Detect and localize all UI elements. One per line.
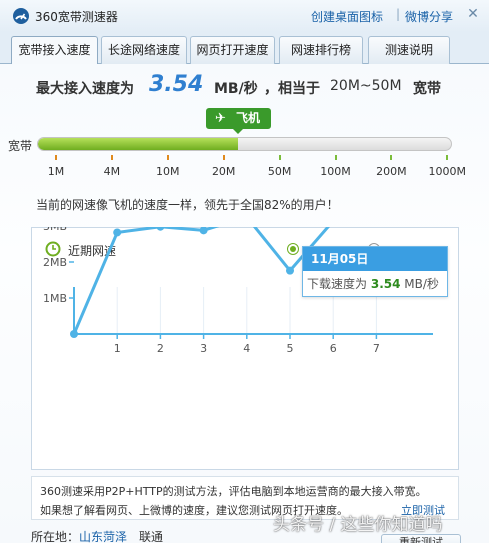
speed-level-label: 飞机 xyxy=(236,111,261,125)
bandwidth-label: 宽带 xyxy=(8,139,33,153)
airplane-icon: ✈ xyxy=(215,111,226,126)
location-label: 所在地： xyxy=(31,530,80,543)
chart-tooltip: 11月05日 下载速度为 3.54 MB/秒 xyxy=(302,246,448,297)
retest-button[interactable]: 重新测试 xyxy=(381,534,461,543)
chart-data-point xyxy=(199,227,208,235)
chart-x-tick-label: 7 xyxy=(373,342,380,355)
app-title: 360宽带测速器 xyxy=(35,10,118,24)
speed-suffix: 宽带 xyxy=(413,81,441,97)
isp-label: 联通 xyxy=(139,530,164,543)
chart-data-point xyxy=(113,228,122,237)
bandwidth-tick-label: 200M xyxy=(376,165,407,178)
chart-x-tick-label: 2 xyxy=(157,342,164,355)
tab-speed-help[interactable]: 测速说明 xyxy=(368,36,450,64)
tab-bar: 宽带接入速度 长途网络速度 网页打开速度 网速排行榜 测速说明 xyxy=(0,32,489,65)
bandwidth-tick xyxy=(222,155,225,160)
chart-y-tick-label: 2MB xyxy=(43,256,67,269)
chart-data-point xyxy=(70,330,78,338)
chart-x-tick-label: 5 xyxy=(287,342,294,355)
tab-webpage-speed[interactable]: 网页打开速度 xyxy=(190,36,275,64)
chart-y-tick-label: 3MB xyxy=(43,227,67,233)
bandwidth-bar-fill xyxy=(38,138,239,150)
speed-unit: MB/秒 xyxy=(214,81,258,97)
speed-prefix: 最大接入速度为 xyxy=(36,81,134,97)
chart-x-tick-label: 3 xyxy=(200,342,207,355)
bandwidth-tick xyxy=(55,155,57,160)
bandwidth-tick xyxy=(110,155,113,160)
tooltip-unit: MB/秒 xyxy=(404,277,439,291)
bandwidth-tick-label: 4M xyxy=(103,165,121,178)
speed-mid-text: ，相当于 xyxy=(264,81,320,97)
tooltip-prefix: 下载速度为 xyxy=(307,277,368,291)
tab-speed-ranking[interactable]: 网速排行榜 xyxy=(279,36,363,64)
tooltip-date: 11月05日 xyxy=(303,247,447,271)
chart-y-tick-label: 1MB xyxy=(43,292,67,305)
create-desktop-icon-link[interactable]: 创建桌面图标 xyxy=(311,8,383,25)
title-bar: 360宽带测速器 创建桌面图标 | 微博分享 ✕ xyxy=(0,0,489,32)
watermark: 头条号 / 这些你知道吗 xyxy=(273,515,443,535)
bandwidth-tick xyxy=(390,155,393,160)
bandwidth-range: 20M~50M xyxy=(330,78,402,94)
chart-data-point xyxy=(286,266,294,275)
chart-x-tick-label: 4 xyxy=(243,342,250,355)
bandwidth-tick xyxy=(334,155,337,160)
chart-data-point xyxy=(156,227,165,231)
bandwidth-tick-label: 50M xyxy=(267,165,292,178)
bandwidth-tick-label: 100M xyxy=(320,165,351,178)
bandwidth-bar xyxy=(37,137,452,151)
bandwidth-tick xyxy=(278,155,281,160)
close-icon[interactable]: ✕ xyxy=(465,6,481,22)
bandwidth-tick-label: 1000M xyxy=(428,165,467,178)
speed-level-badge: ✈ 飞机 xyxy=(206,108,271,134)
location-link[interactable]: 山东菏泽 xyxy=(79,528,127,543)
tab-long-distance-speed[interactable]: 长途网络速度 xyxy=(101,36,187,64)
info-line-1: 360测速采用P2P+HTTP的测试方法，评估电脑到本地运营商的最大接入带宽。 xyxy=(40,485,427,498)
bandwidth-tick xyxy=(446,155,449,160)
bandwidth-tick-label: 10M xyxy=(156,165,180,178)
chart-x-tick-label: 6 xyxy=(330,342,337,355)
chart-x-tick-label: 1 xyxy=(114,342,121,355)
app-logo-icon xyxy=(13,8,29,24)
link-separator: | xyxy=(396,7,401,21)
tooltip-value: 3.54 xyxy=(370,277,401,291)
bandwidth-tick-label: 20M xyxy=(211,165,236,178)
speed-value: 3.54 xyxy=(149,72,204,97)
tooltip-body: 下载速度为 3.54 MB/秒 xyxy=(303,271,447,292)
content-panel: 最大接入速度为 3.54 MB/秒 ，相当于 20M~50M 宽带 ✈ 飞机 宽… xyxy=(0,64,489,543)
bandwidth-tick-label: 1M xyxy=(47,165,65,178)
bandwidth-tick xyxy=(166,155,169,160)
tab-access-speed[interactable]: 宽带接入速度 xyxy=(11,36,98,65)
weibo-share-link[interactable]: 微博分享 xyxy=(405,8,453,25)
comparison-text: 当前的网速像飞机的速度一样，领先于全国82%的用户！ xyxy=(36,198,339,212)
